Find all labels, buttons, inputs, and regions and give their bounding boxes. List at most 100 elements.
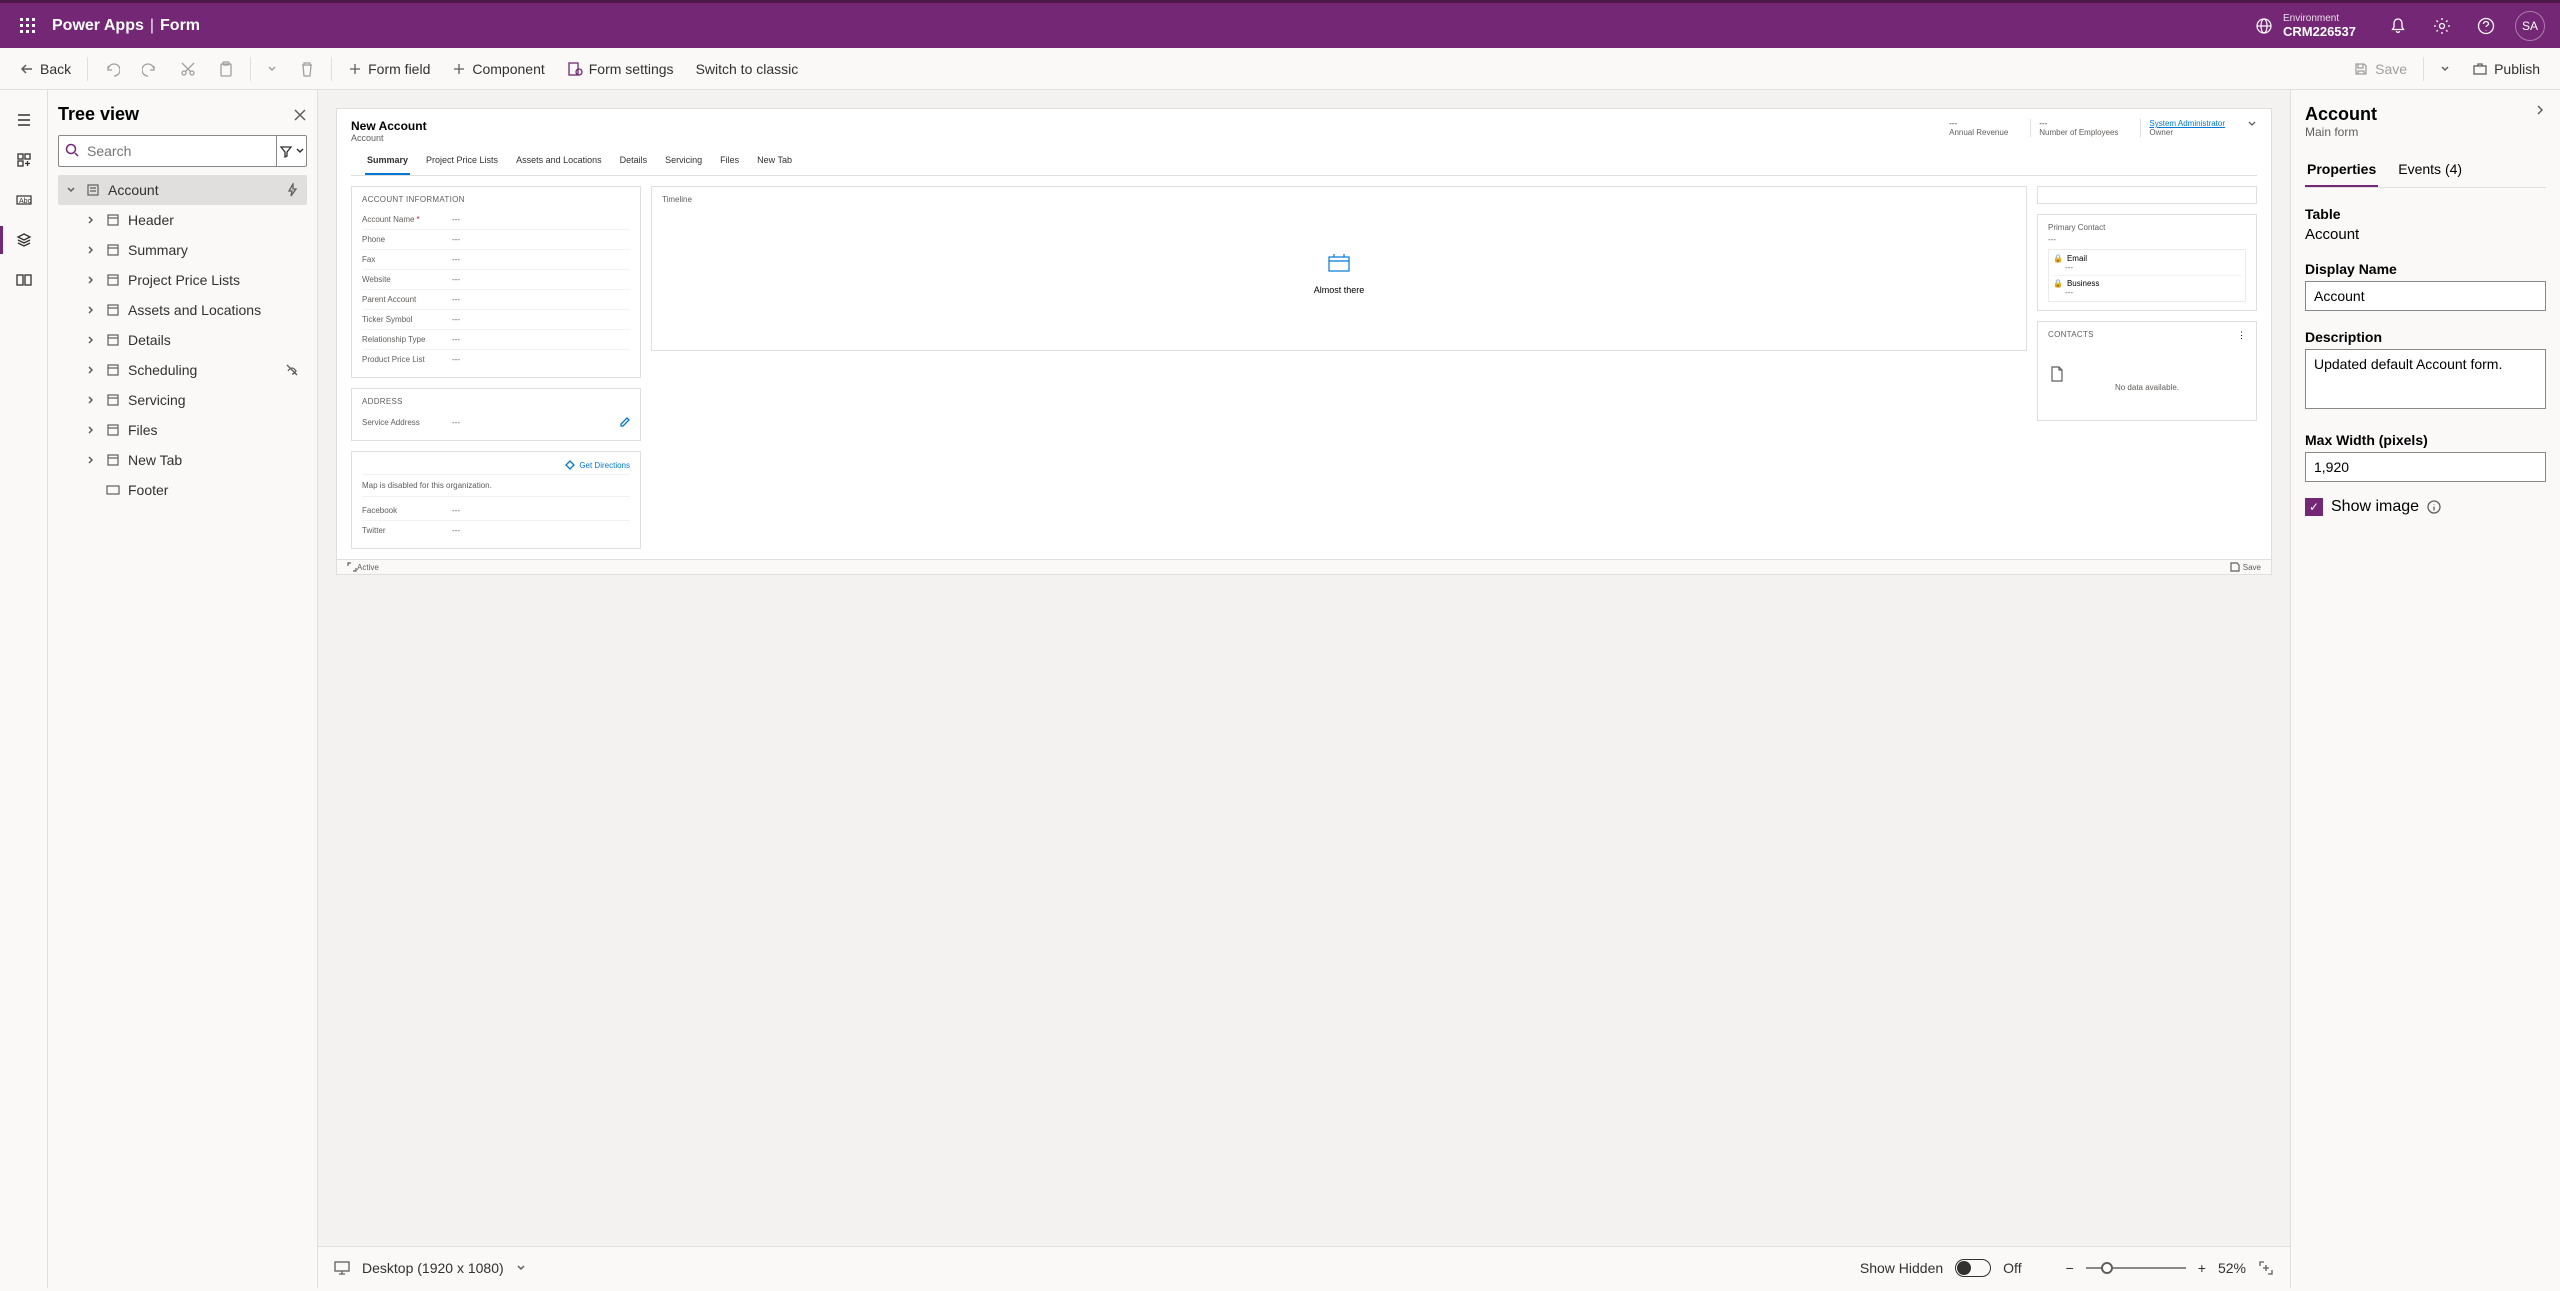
preview-tab-project-price-lists[interactable]: Project Price Lists — [424, 149, 500, 175]
form-settings-button[interactable]: Form settings — [557, 51, 684, 87]
save-dropdown[interactable] — [2430, 51, 2460, 87]
section-address[interactable]: ADDRESS Service Address--- — [351, 388, 641, 441]
environment-picker[interactable]: Environment CRM226537 — [2255, 13, 2356, 39]
tab-properties[interactable]: Properties — [2305, 153, 2378, 187]
edit-address-icon[interactable] — [620, 417, 630, 427]
preview-tab-servicing[interactable]: Servicing — [663, 149, 704, 175]
tree-item-files[interactable]: Files — [58, 415, 307, 445]
contacts-more-icon[interactable]: ⋮ — [2237, 330, 2246, 345]
chevron-down-icon[interactable] — [2247, 119, 2257, 129]
section-contacts[interactable]: CONTACTS⋮ No data available. — [2037, 321, 2257, 421]
cut-button[interactable] — [170, 51, 206, 87]
settings-button[interactable] — [2420, 2, 2464, 50]
get-directions-link[interactable]: Get Directions — [362, 460, 630, 470]
tab-events[interactable]: Events (4) — [2396, 153, 2464, 187]
preview-field[interactable]: Website--- — [362, 270, 630, 290]
rail-tree[interactable] — [0, 220, 48, 260]
trash-icon — [299, 61, 315, 77]
tree-title: Tree view — [58, 104, 139, 125]
paste-dropdown[interactable] — [257, 51, 287, 87]
help-button[interactable] — [2464, 2, 2508, 50]
preview-field[interactable]: Parent Account--- — [362, 290, 630, 310]
input-display-name[interactable] — [2305, 281, 2546, 311]
section-primary-contact[interactable]: Primary Contact --- 🔒Email --- 🔒Business… — [2037, 214, 2257, 311]
rail-components[interactable] — [0, 140, 48, 180]
rail-library[interactable] — [0, 260, 48, 300]
delete-button[interactable] — [289, 51, 325, 87]
expand-icon[interactable] — [347, 562, 357, 572]
command-bar: Back Form field Component Form settings … — [0, 48, 2560, 90]
undo-button[interactable] — [94, 51, 130, 87]
tree-item-servicing[interactable]: Servicing — [58, 385, 307, 415]
chevron-down-icon — [296, 147, 304, 155]
switch-classic-button[interactable]: Switch to classic — [686, 51, 809, 87]
close-icon — [293, 108, 307, 122]
chevron-down-icon[interactable] — [516, 1263, 526, 1273]
section-timeline[interactable]: Timeline Almost there — [651, 186, 2027, 351]
preview-tab-details[interactable]: Details — [618, 149, 650, 175]
label-description: Description — [2305, 329, 2546, 345]
preview-field[interactable]: Relationship Type--- — [362, 330, 630, 350]
fit-icon — [2258, 1260, 2274, 1276]
account-button[interactable]: SA — [2508, 2, 2552, 50]
add-form-field-button[interactable]: Form field — [338, 51, 440, 87]
tree-item-scheduling[interactable]: Scheduling — [58, 355, 307, 385]
save-button[interactable]: Save — [2343, 51, 2417, 87]
zoom-out-button[interactable]: − — [2066, 1260, 2074, 1276]
checkbox-show-image[interactable]: ✓ — [2305, 498, 2323, 516]
section-map[interactable]: Get Directions Map is disabled for this … — [351, 451, 641, 549]
section-blank[interactable] — [2037, 186, 2257, 204]
app-launcher[interactable] — [8, 2, 48, 50]
fit-to-screen-button[interactable] — [2258, 1260, 2274, 1276]
preview-field[interactable]: Phone--- — [362, 230, 630, 250]
monitor-icon — [334, 1260, 350, 1276]
expand-props-button[interactable] — [2534, 104, 2546, 116]
bell-icon — [2389, 17, 2407, 35]
show-hidden-toggle[interactable] — [1955, 1259, 1991, 1277]
publish-button[interactable]: Publish — [2462, 51, 2550, 87]
redo-button[interactable] — [132, 51, 168, 87]
preview-field[interactable]: Account Name*--- — [362, 210, 630, 230]
add-component-button[interactable]: Component — [442, 51, 554, 87]
tree-item-details[interactable]: Details — [58, 325, 307, 355]
paste-button[interactable] — [208, 51, 244, 87]
preview-field[interactable]: Fax--- — [362, 250, 630, 270]
tree-search-input[interactable] — [58, 135, 277, 167]
preview-tab-assets-and-locations[interactable]: Assets and Locations — [514, 149, 604, 175]
chevron-down-icon — [66, 185, 76, 195]
zoom-slider[interactable] — [2086, 1267, 2186, 1269]
publish-icon — [2472, 61, 2488, 77]
tree-item-new-tab[interactable]: New Tab — [58, 445, 307, 475]
label-max-width: Max Width (pixels) — [2305, 432, 2546, 448]
tree-root-account[interactable]: Account — [58, 175, 307, 205]
tree-filter-button[interactable] — [277, 135, 307, 167]
input-description[interactable] — [2305, 349, 2546, 409]
preview-save-button[interactable]: Save — [2230, 562, 2261, 572]
form-preview[interactable]: New Account Account ---Annual Revenue --… — [336, 108, 2272, 575]
undo-icon — [104, 61, 120, 77]
tree-item-project-price-lists[interactable]: Project Price Lists — [58, 265, 307, 295]
toggle-state-label: Off — [2003, 1260, 2021, 1276]
preview-field[interactable]: Ticker Symbol--- — [362, 310, 630, 330]
tree-item-header[interactable]: Header — [58, 205, 307, 235]
section-account-info[interactable]: ACCOUNT INFORMATION Account Name*---Phon… — [351, 186, 641, 378]
rail-fields[interactable]: Abc — [0, 180, 48, 220]
preview-tab-files[interactable]: Files — [718, 149, 741, 175]
components-icon — [16, 152, 32, 168]
preview-tab-new-tab[interactable]: New Tab — [755, 149, 794, 175]
cut-icon — [180, 61, 196, 77]
zoom-in-button[interactable]: + — [2198, 1260, 2206, 1276]
tree-item-footer[interactable]: Footer — [58, 475, 307, 505]
back-button[interactable]: Back — [10, 51, 81, 87]
preview-tab-summary[interactable]: Summary — [365, 149, 410, 175]
preview-field[interactable]: Product Price List--- — [362, 350, 630, 369]
notifications-button[interactable] — [2376, 2, 2420, 50]
tree-item-summary[interactable]: Summary — [58, 235, 307, 265]
rail-hamburger[interactable] — [0, 100, 48, 140]
close-tree-button[interactable] — [293, 108, 307, 122]
info-icon[interactable] — [2427, 500, 2441, 514]
timeline-placeholder-icon — [1326, 251, 1352, 277]
tree-item-assets-and-locations[interactable]: Assets and Locations — [58, 295, 307, 325]
device-label[interactable]: Desktop (1920 x 1080) — [362, 1260, 504, 1276]
input-max-width[interactable] — [2305, 452, 2546, 482]
